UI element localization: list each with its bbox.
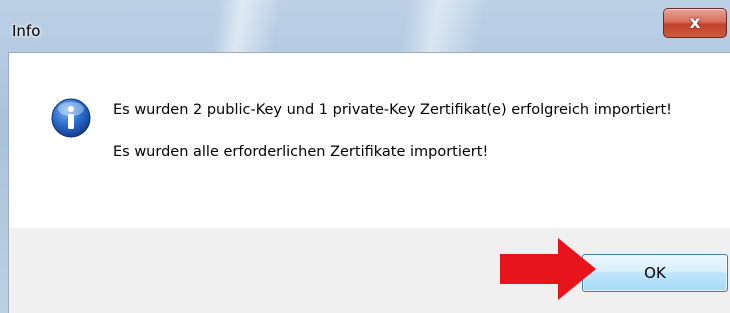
- message-line-1: Es wurden 2 public-Key und 1 private-Key…: [113, 102, 672, 118]
- title-bar[interactable]: Info x: [0, 0, 730, 52]
- message-text: Es wurden 2 public-Key und 1 private-Key…: [113, 100, 703, 163]
- red-arrow-icon: [500, 238, 596, 300]
- info-icon: [51, 98, 91, 138]
- window-title: Info: [12, 22, 41, 40]
- ok-button[interactable]: OK: [582, 254, 728, 292]
- dialog-window: Info x Es wurden 2 public-Key und 1 priv…: [0, 0, 730, 313]
- close-icon: x: [689, 13, 701, 33]
- message-line-2: Es wurden alle erforderlichen Zertifikat…: [113, 144, 489, 160]
- dialog-client-area: Es wurden 2 public-Key und 1 private-Key…: [8, 52, 730, 313]
- close-button[interactable]: x: [663, 8, 727, 38]
- message-area: Es wurden 2 public-Key und 1 private-Key…: [9, 53, 730, 228]
